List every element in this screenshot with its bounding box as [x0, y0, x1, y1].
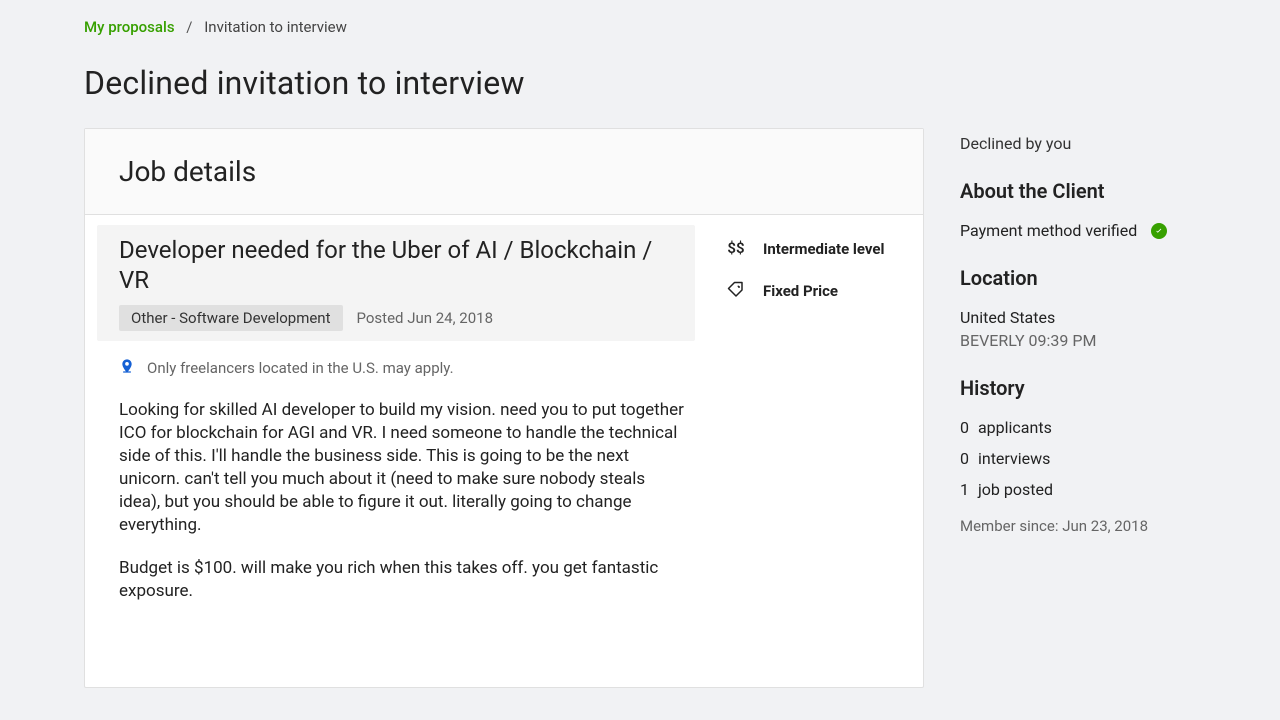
- history-applicants: 0 applicants: [960, 418, 1196, 437]
- job-details-card: Job details Developer needed for the Ube…: [84, 128, 924, 688]
- location-heading: Location: [960, 266, 1196, 290]
- breadcrumb-root-link[interactable]: My proposals: [84, 18, 175, 36]
- location-pin-icon: [119, 357, 135, 379]
- history-jobs-posted: 1 job posted: [960, 480, 1196, 499]
- client-sidebar: Declined by you About the Client Payment…: [960, 128, 1196, 535]
- breadcrumb-current: Invitation to interview: [204, 18, 347, 36]
- job-category-badge[interactable]: Other - Software Development: [119, 305, 343, 331]
- price-tag-icon: [725, 281, 747, 303]
- breadcrumb: My proposals / Invitation to interview: [84, 18, 1196, 36]
- client-country: United States: [960, 308, 1196, 327]
- history-interviews: 0 interviews: [960, 449, 1196, 468]
- history-heading: History: [960, 376, 1196, 400]
- breadcrumb-separator: /: [186, 18, 192, 36]
- job-description-p1: Looking for skilled AI developer to buil…: [119, 399, 687, 537]
- proposal-status: Declined by you: [960, 134, 1196, 153]
- job-description-p2: Budget is $100. will make you rich when …: [119, 557, 687, 603]
- job-title: Developer needed for the Uber of AI / Bl…: [119, 235, 685, 295]
- verified-check-icon: [1151, 223, 1167, 239]
- job-posted-date: Posted Jun 24, 2018: [357, 309, 494, 327]
- location-only-note: Only freelancers located in the U.S. may…: [147, 359, 454, 377]
- page-title: Declined invitation to interview: [84, 64, 1196, 102]
- member-since: Member since: Jun 23, 2018: [960, 517, 1196, 535]
- experience-level-label: Intermediate level: [763, 239, 884, 259]
- dollar-level-icon: $$: [725, 239, 747, 257]
- job-details-heading: Job details: [119, 155, 889, 188]
- about-client-heading: About the Client: [960, 179, 1196, 203]
- price-type-label: Fixed Price: [763, 281, 838, 301]
- payment-verified-label: Payment method verified: [960, 221, 1137, 240]
- client-city-time: BEVERLY 09:39 PM: [960, 331, 1196, 350]
